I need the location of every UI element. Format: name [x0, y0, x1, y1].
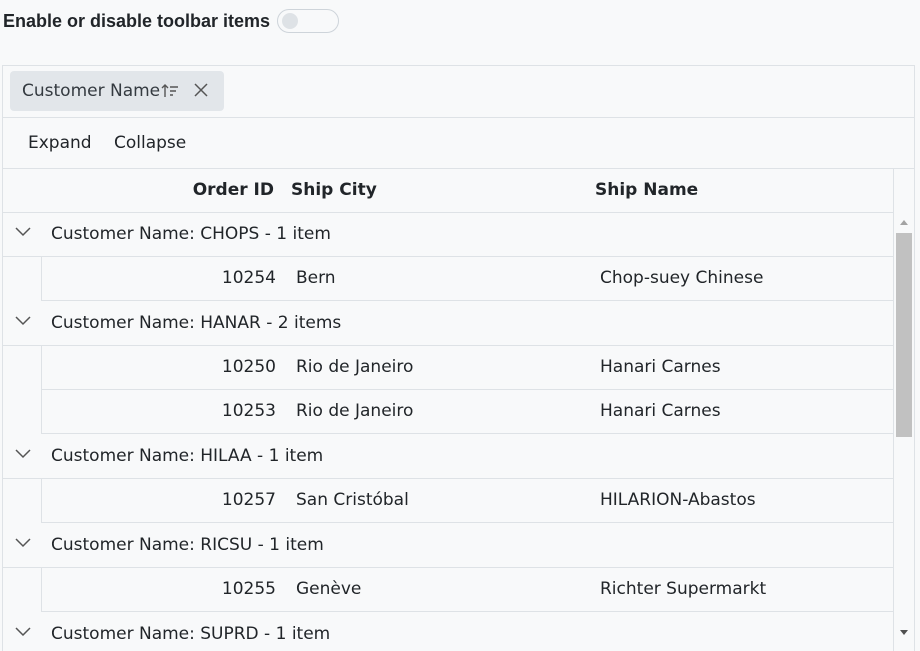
data-grid: Customer Name Expand Collapse Order ID S… [2, 65, 915, 651]
column-header-order-id[interactable]: Order ID [193, 180, 274, 200]
cell-order-id: 10257 [221, 490, 276, 510]
toolbar-toggle-row: Enable or disable toolbar items [3, 8, 340, 34]
cell-order-id: 10255 [221, 579, 276, 599]
table-row[interactable]: 10253 Rio de Janeiro Hanari Carnes [41, 390, 893, 434]
group-caption-row: Customer Name: HILAA - 1 item [3, 434, 893, 479]
group-caption-row: Customer Name: HANAR - 2 items [3, 301, 893, 346]
collapse-button[interactable]: Collapse [114, 133, 186, 153]
cell-ship-name: Richter Supermarkt [600, 579, 767, 599]
cell-ship-city: Bern [296, 268, 336, 288]
grid-header: Order ID Ship City Ship Name [3, 169, 914, 213]
header-divider [893, 169, 894, 212]
sort-ascending-icon[interactable] [161, 83, 179, 99]
chevron-down-icon[interactable] [15, 227, 31, 237]
grid-content: Customer Name: CHOPS - 1 item 10254 Bern… [3, 212, 893, 651]
cell-ship-city: Genève [296, 579, 362, 599]
cell-ship-name: Chop-suey Chinese [600, 268, 764, 288]
grid-toolbar: Expand Collapse [3, 118, 914, 169]
group-caption-row: Customer Name: SUPRD - 1 item [3, 612, 893, 651]
cell-order-id: 10253 [221, 401, 276, 421]
toggle-label: Enable or disable toolbar items [3, 10, 271, 31]
cell-order-id: 10254 [221, 268, 276, 288]
vertical-scrollbar[interactable] [893, 212, 914, 651]
table-row[interactable]: 10254 Bern Chop-suey Chinese [41, 257, 893, 301]
column-header-ship-city[interactable]: Ship City [291, 180, 377, 200]
group-caption: Customer Name: RICSU - 1 item [51, 535, 324, 555]
cell-ship-name: Hanari Carnes [600, 357, 721, 377]
chevron-down-icon[interactable] [15, 316, 31, 326]
group-caption: Customer Name: CHOPS - 1 item [51, 224, 331, 244]
table-row[interactable]: 10250 Rio de Janeiro Hanari Carnes [41, 346, 893, 390]
toolbar-toggle-switch[interactable] [277, 9, 340, 33]
group-caption-row: Customer Name: RICSU - 1 item [3, 523, 893, 568]
cell-ship-city: Rio de Janeiro [296, 357, 414, 377]
group-chip-label: Customer Name [22, 81, 161, 101]
group-caption-row: Customer Name: CHOPS - 1 item [3, 212, 893, 257]
scroll-up-arrow-icon[interactable] [900, 220, 908, 225]
toggle-knob [282, 13, 299, 29]
chevron-down-icon[interactable] [15, 627, 31, 637]
close-icon[interactable] [193, 82, 209, 98]
group-chip-customer-name[interactable]: Customer Name [10, 71, 224, 111]
column-header-ship-name[interactable]: Ship Name [595, 180, 698, 200]
group-caption: Customer Name: HILAA - 1 item [51, 446, 324, 466]
chevron-down-icon[interactable] [15, 449, 31, 459]
scroll-down-arrow-icon[interactable] [900, 630, 908, 635]
chevron-down-icon[interactable] [15, 538, 31, 548]
scrollbar-thumb[interactable] [896, 233, 912, 437]
table-row[interactable]: 10257 San Cristóbal HILARION-Abastos [41, 479, 893, 523]
cell-ship-name: HILARION-Abastos [600, 490, 756, 510]
group-drop-area: Customer Name [3, 66, 914, 118]
cell-ship-name: Hanari Carnes [600, 401, 721, 421]
cell-ship-city: Rio de Janeiro [296, 401, 414, 421]
group-caption: Customer Name: HANAR - 2 items [51, 313, 342, 333]
expand-button[interactable]: Expand [28, 133, 92, 153]
cell-ship-city: San Cristóbal [296, 490, 409, 510]
table-row[interactable]: 10255 Genève Richter Supermarkt [41, 568, 893, 612]
cell-order-id: 10250 [221, 357, 276, 377]
group-caption: Customer Name: SUPRD - 1 item [51, 624, 331, 644]
